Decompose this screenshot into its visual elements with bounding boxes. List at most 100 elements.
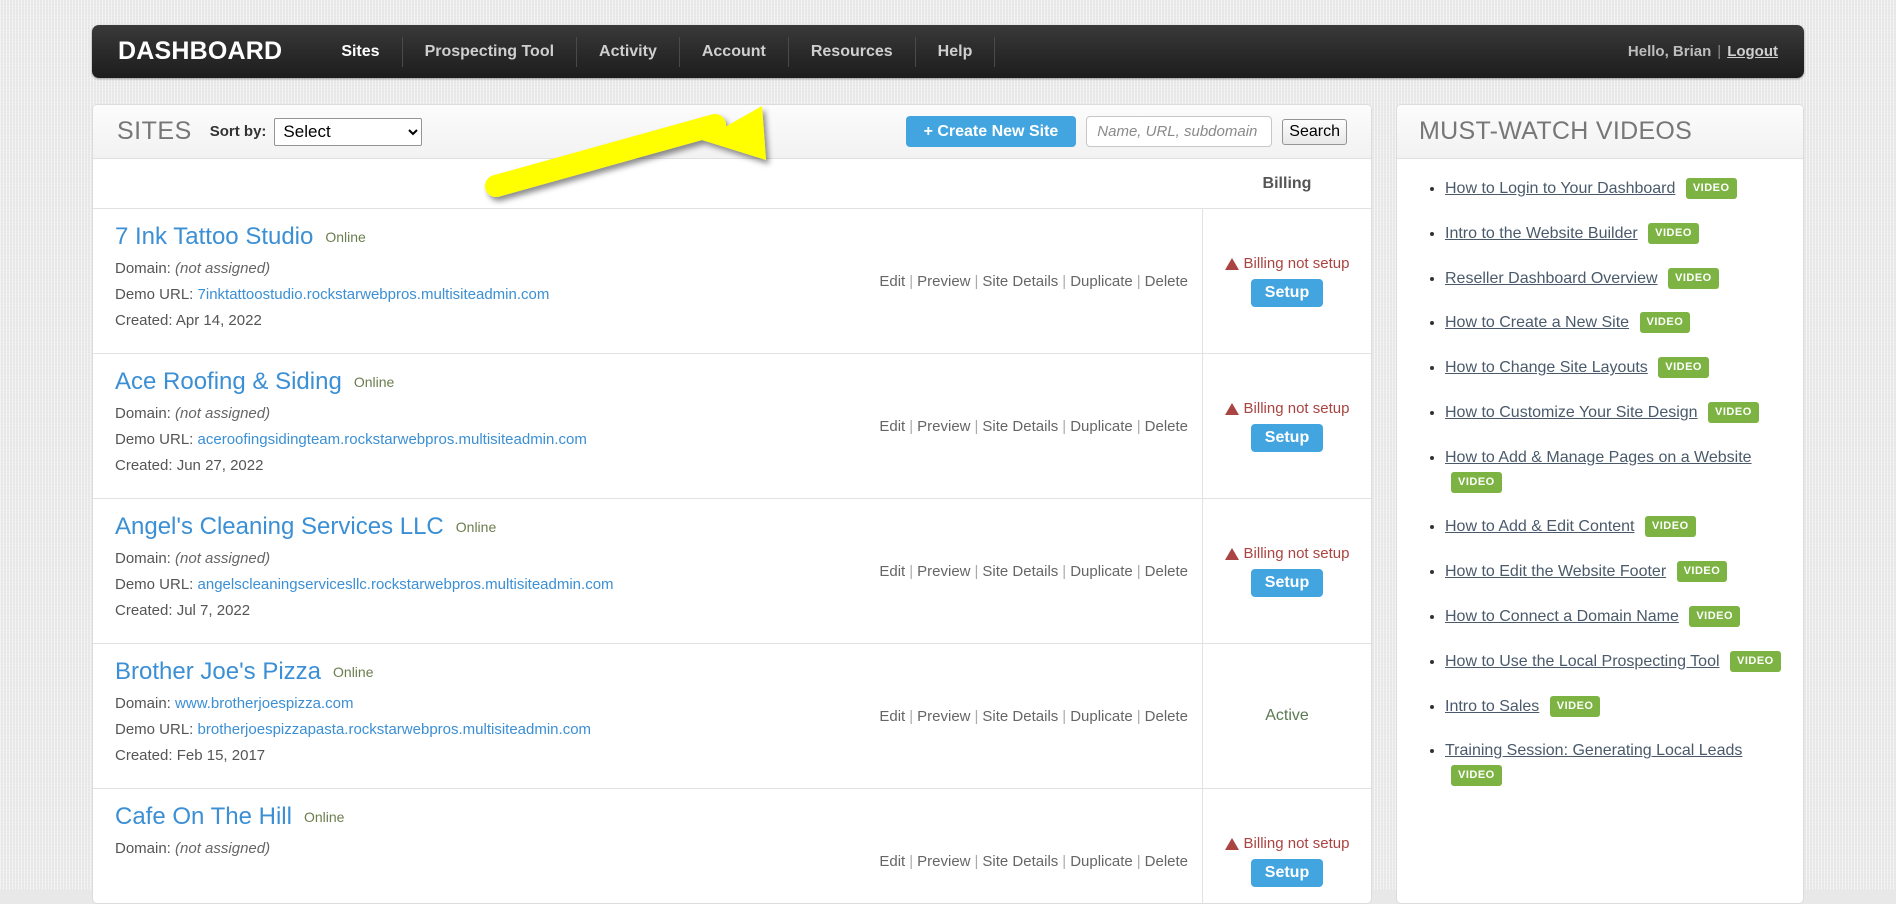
video-link[interactable]: How to Use the Local Prospecting Tool: [1445, 653, 1720, 670]
action-preview-link[interactable]: Preview: [917, 853, 970, 870]
nav-item-resources[interactable]: Resources: [789, 36, 916, 67]
logout-link[interactable]: Logout: [1727, 43, 1778, 60]
list-item: Reseller Dashboard Overview VIDEO: [1445, 267, 1783, 292]
action-site-details-link[interactable]: Site Details: [982, 853, 1058, 870]
action-preview-link[interactable]: Preview: [917, 273, 970, 290]
action-site-details-link[interactable]: Site Details: [982, 418, 1058, 435]
action-preview-link[interactable]: Preview: [917, 418, 970, 435]
billing-setup-button[interactable]: Setup: [1250, 424, 1324, 452]
created-label: Created:: [115, 747, 173, 764]
action-delete-link[interactable]: Delete: [1145, 708, 1188, 725]
page-title: SITES: [117, 117, 192, 145]
domain-label: Domain:: [115, 840, 171, 857]
site-domain-row: Domain: (not assigned): [115, 260, 813, 277]
list-item: How to Add & Manage Pages on a Website V…: [1445, 446, 1783, 496]
demo-url-link[interactable]: aceroofingsidingteam.rockstarwebpros.mul…: [198, 431, 587, 448]
site-info-cell: Ace Roofing & Siding Online Domain: (not a…: [93, 354, 813, 498]
action-edit-link[interactable]: Edit: [879, 563, 905, 580]
action-separator: |: [1062, 562, 1067, 580]
billing-cell: Billing not setup Setup: [1203, 499, 1371, 643]
site-name-link[interactable]: Angel's Cleaning Services LLC: [115, 513, 444, 540]
nav-item-sites[interactable]: Sites: [318, 36, 403, 67]
action-links: Edit | Preview | Site Details | Duplicate | Dele…: [879, 273, 1188, 290]
action-separator: |: [1136, 707, 1141, 725]
action-site-details-link[interactable]: Site Details: [982, 708, 1058, 725]
video-badge: VIDEO: [1451, 471, 1502, 493]
billing-not-setup-status: Billing not setup: [1224, 835, 1349, 852]
site-name-link[interactable]: Ace Roofing & Siding: [115, 368, 342, 395]
billing-not-setup-status: Billing not setup: [1224, 400, 1349, 417]
action-delete-link[interactable]: Delete: [1145, 853, 1188, 870]
demo-url-link[interactable]: brotherjoespizzapasta.rockstarwebpros.mu…: [198, 721, 592, 738]
video-link[interactable]: How to Edit the Website Footer: [1445, 563, 1666, 580]
billing-setup-button[interactable]: Setup: [1250, 279, 1324, 307]
search-input[interactable]: [1086, 116, 1273, 147]
sort-by-select[interactable]: Select: [274, 117, 423, 146]
billing-cell: Active: [1203, 644, 1371, 788]
action-duplicate-link[interactable]: Duplicate: [1070, 273, 1133, 290]
action-duplicate-link[interactable]: Duplicate: [1070, 708, 1133, 725]
billing-setup-button[interactable]: Setup: [1250, 859, 1324, 887]
action-links: Edit | Preview | Site Details | Duplicate | Dele…: [879, 418, 1188, 435]
billing-status-text: Billing not setup: [1243, 255, 1350, 272]
video-link[interactable]: Intro to Sales: [1445, 698, 1539, 715]
video-link[interactable]: Intro to the Website Builder: [1445, 225, 1638, 242]
billing-not-setup-status: Billing not setup: [1224, 255, 1350, 272]
table-row: Brother Joe's Pizza Online Domain: www.bro…: [93, 644, 1371, 789]
action-edit-link[interactable]: Edit: [879, 708, 905, 725]
action-edit-link[interactable]: Edit: [879, 853, 905, 870]
domain-value[interactable]: www.brotherjoespizza.com: [175, 695, 353, 712]
billing-setup-button[interactable]: Setup: [1250, 569, 1324, 597]
action-site-details-link[interactable]: Site Details: [982, 273, 1058, 290]
video-badge: VIDEO: [1451, 765, 1502, 787]
must-watch-videos-panel: MUST-WATCH VIDEOS How to Login to Your D…: [1396, 104, 1804, 904]
video-link[interactable]: Reseller Dashboard Overview: [1445, 270, 1658, 287]
domain-label: Domain:: [115, 405, 171, 422]
video-link[interactable]: How to Login to Your Dashboard: [1445, 180, 1675, 197]
site-name-link[interactable]: 7 Ink Tattoo Studio: [115, 223, 313, 250]
demo-url-label: Demo URL:: [115, 286, 194, 303]
video-link[interactable]: How to Connect a Domain Name: [1445, 608, 1679, 625]
create-new-site-button[interactable]: + Create New Site: [905, 116, 1077, 147]
site-actions-cell: Edit | Preview | Site Details | Duplicate | Dele…: [813, 209, 1203, 353]
nav-item-activity[interactable]: Activity: [577, 36, 680, 67]
created-label: Created:: [115, 312, 173, 329]
video-link[interactable]: How to Add & Edit Content: [1445, 518, 1634, 535]
video-link[interactable]: How to Change Site Layouts: [1445, 359, 1648, 376]
nav-item-account[interactable]: Account: [680, 36, 789, 67]
table-row: Cafe On The Hill Online Domain: (not assig…: [93, 789, 1371, 903]
billing-not-setup-status: Billing not setup: [1224, 545, 1349, 562]
nav-item-help[interactable]: Help: [916, 36, 996, 67]
site-name-link[interactable]: Cafe On The Hill: [115, 803, 292, 830]
nav-item-prospecting-tool[interactable]: Prospecting Tool: [403, 36, 578, 67]
created-label: Created:: [115, 602, 173, 619]
search-button[interactable]: Search: [1282, 118, 1347, 145]
action-duplicate-link[interactable]: Duplicate: [1070, 418, 1133, 435]
action-edit-link[interactable]: Edit: [879, 418, 905, 435]
site-name-link[interactable]: Brother Joe's Pizza: [115, 658, 321, 685]
action-duplicate-link[interactable]: Duplicate: [1070, 563, 1133, 580]
demo-url-link[interactable]: 7inktattoostudio.rockstarwebpros.multisi…: [198, 286, 550, 303]
action-edit-link[interactable]: Edit: [879, 273, 905, 290]
video-link[interactable]: How to Customize Your Site Design: [1445, 404, 1698, 421]
action-preview-link[interactable]: Preview: [917, 563, 970, 580]
video-link[interactable]: How to Create a New Site: [1445, 314, 1629, 331]
domain-label: Domain:: [115, 260, 171, 277]
action-preview-link[interactable]: Preview: [917, 708, 970, 725]
action-separator: |: [1062, 852, 1067, 870]
video-link[interactable]: How to Add & Manage Pages on a Website: [1445, 449, 1752, 466]
demo-url-link[interactable]: angelscleaningservicesllc.rockstarwebpro…: [198, 576, 614, 593]
action-delete-link[interactable]: Delete: [1145, 273, 1188, 290]
site-domain-row: Domain: www.brotherjoespizza.com: [115, 695, 813, 712]
site-created-row: Created: Jun 27, 2022: [115, 457, 813, 474]
list-item: Intro to Sales VIDEO: [1445, 695, 1783, 720]
action-delete-link[interactable]: Delete: [1145, 563, 1188, 580]
video-link[interactable]: Training Session: Generating Local Leads: [1445, 742, 1742, 759]
action-duplicate-link[interactable]: Duplicate: [1070, 853, 1133, 870]
action-delete-link[interactable]: Delete: [1145, 418, 1188, 435]
video-badge: VIDEO: [1549, 695, 1601, 717]
list-item: How to Add & Edit Content VIDEO: [1445, 515, 1783, 540]
action-site-details-link[interactable]: Site Details: [982, 563, 1058, 580]
site-name-line: Ace Roofing & Siding Online: [115, 368, 813, 396]
site-demo-url-row: Demo URL: 7inktattoostudio.rockstarwebpr…: [115, 286, 813, 303]
